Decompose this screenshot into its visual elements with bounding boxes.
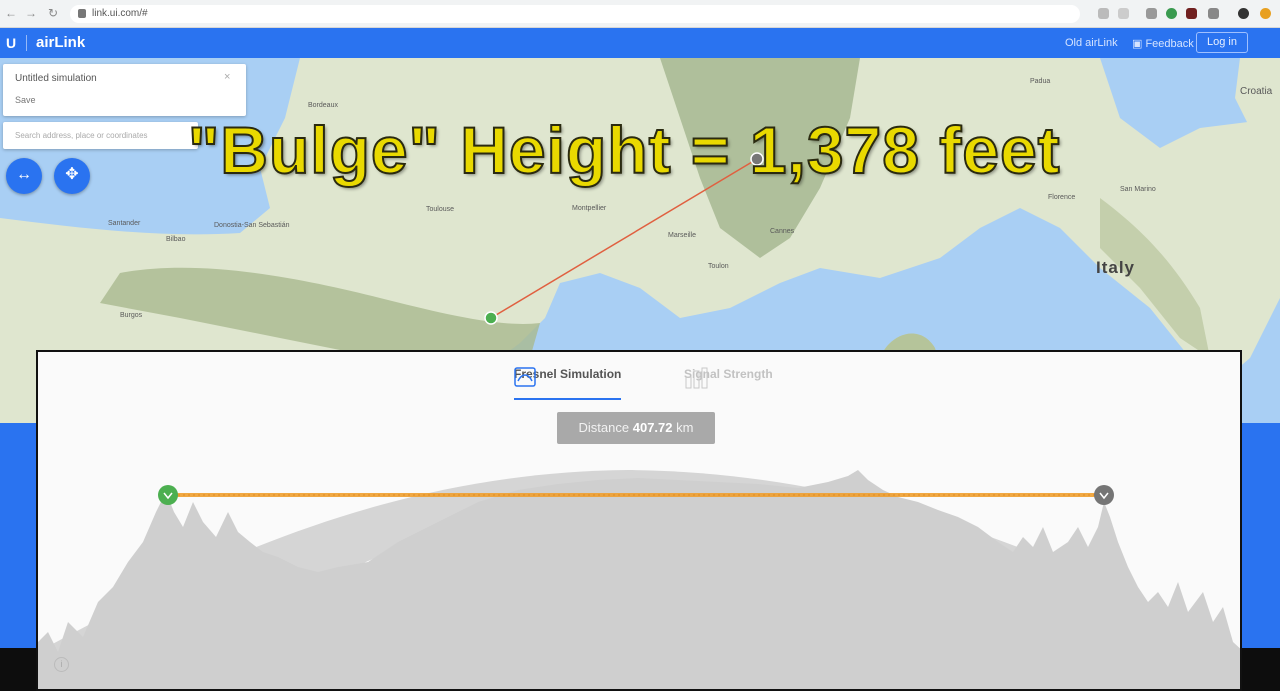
feedback-link[interactable]: ▣ Feedback (1132, 37, 1194, 50)
feedback-label: Feedback (1145, 38, 1194, 50)
move-icon: ✥ (65, 166, 79, 183)
place-label: Montpellier (572, 205, 607, 212)
fresnel-panel: Fresnel Simulation Signal Strength Dista… (36, 350, 1242, 691)
place-label: Croatia (1240, 86, 1273, 97)
url-text: link.ui.com/# (92, 8, 148, 19)
browser-chrome: ← → ↻ link.ui.com/# (0, 0, 1280, 28)
extension-icon[interactable] (1208, 8, 1219, 19)
ubiquiti-logo[interactable]: U (6, 35, 16, 51)
star-icon[interactable] (1118, 8, 1129, 19)
extension-icon[interactable] (1166, 8, 1177, 19)
measure-link-button[interactable]: ↔ (6, 158, 42, 194)
active-tab-indicator (514, 398, 621, 400)
lock-icon (78, 9, 86, 18)
place-label: Florence (1048, 194, 1076, 201)
simulation-title[interactable]: Untitled simulation (15, 73, 97, 84)
info-icon[interactable]: i (54, 657, 69, 672)
brand-name[interactable]: airLink (36, 34, 85, 51)
extension-icon[interactable] (1186, 8, 1197, 19)
distance-badge: Distance 407.72 km (557, 412, 715, 444)
place-label: Marseille (668, 232, 697, 239)
tab-fresnel-simulation[interactable]: Fresnel Simulation (514, 367, 621, 387)
back-icon[interactable]: ← (4, 6, 18, 20)
place-label: Donostia-San Sebastián (214, 222, 290, 229)
search-input[interactable]: Search address, place or coordinates (3, 122, 198, 149)
extension-icon[interactable] (1098, 8, 1109, 19)
signal-bars-icon (685, 367, 708, 389)
place-label: San Marino (1120, 186, 1156, 193)
close-icon[interactable]: × (224, 71, 230, 83)
place-label: Toulon (708, 263, 729, 270)
simulation-panel: Untitled simulation × Save (3, 64, 246, 116)
reload-icon[interactable]: ↻ (46, 6, 60, 20)
old-airlink-link[interactable]: Old airLink (1065, 37, 1118, 49)
login-button[interactable]: Log in (1196, 32, 1248, 53)
distance-value: 407.72 (632, 420, 673, 435)
place-label: Bilbao (166, 236, 186, 243)
place-label: Burgos (120, 312, 143, 319)
forward-icon[interactable]: → (24, 6, 38, 20)
menu-icon[interactable] (1260, 8, 1271, 19)
place-label: Bordeaux (308, 102, 338, 109)
link-icon: ↔ (16, 166, 32, 183)
place-label: Santander (108, 220, 141, 227)
logo-divider (26, 35, 27, 51)
place-label: Cannes (770, 228, 795, 235)
address-bar[interactable]: link.ui.com/# (70, 5, 1080, 23)
save-button[interactable]: Save (15, 95, 36, 105)
avatar[interactable] (1238, 8, 1249, 19)
place-label: Italy (1096, 258, 1136, 277)
distance-label: Distance (578, 420, 630, 435)
fresnel-chart-icon (514, 367, 536, 387)
move-button[interactable]: ✥ (54, 158, 90, 194)
distance-unit: km (676, 420, 694, 435)
extension-icon[interactable] (1146, 8, 1157, 19)
place-label: Padua (1030, 78, 1051, 85)
tab-signal-strength[interactable]: Signal Strength (684, 367, 773, 389)
place-label: Toulouse (426, 206, 455, 213)
fresnel-chart (38, 470, 1240, 689)
overlay-headline: "Bulge" Height = 1,378 feet (187, 112, 1061, 188)
app-header: U airLink Old airLink ▣ Feedback Log in (0, 28, 1280, 58)
